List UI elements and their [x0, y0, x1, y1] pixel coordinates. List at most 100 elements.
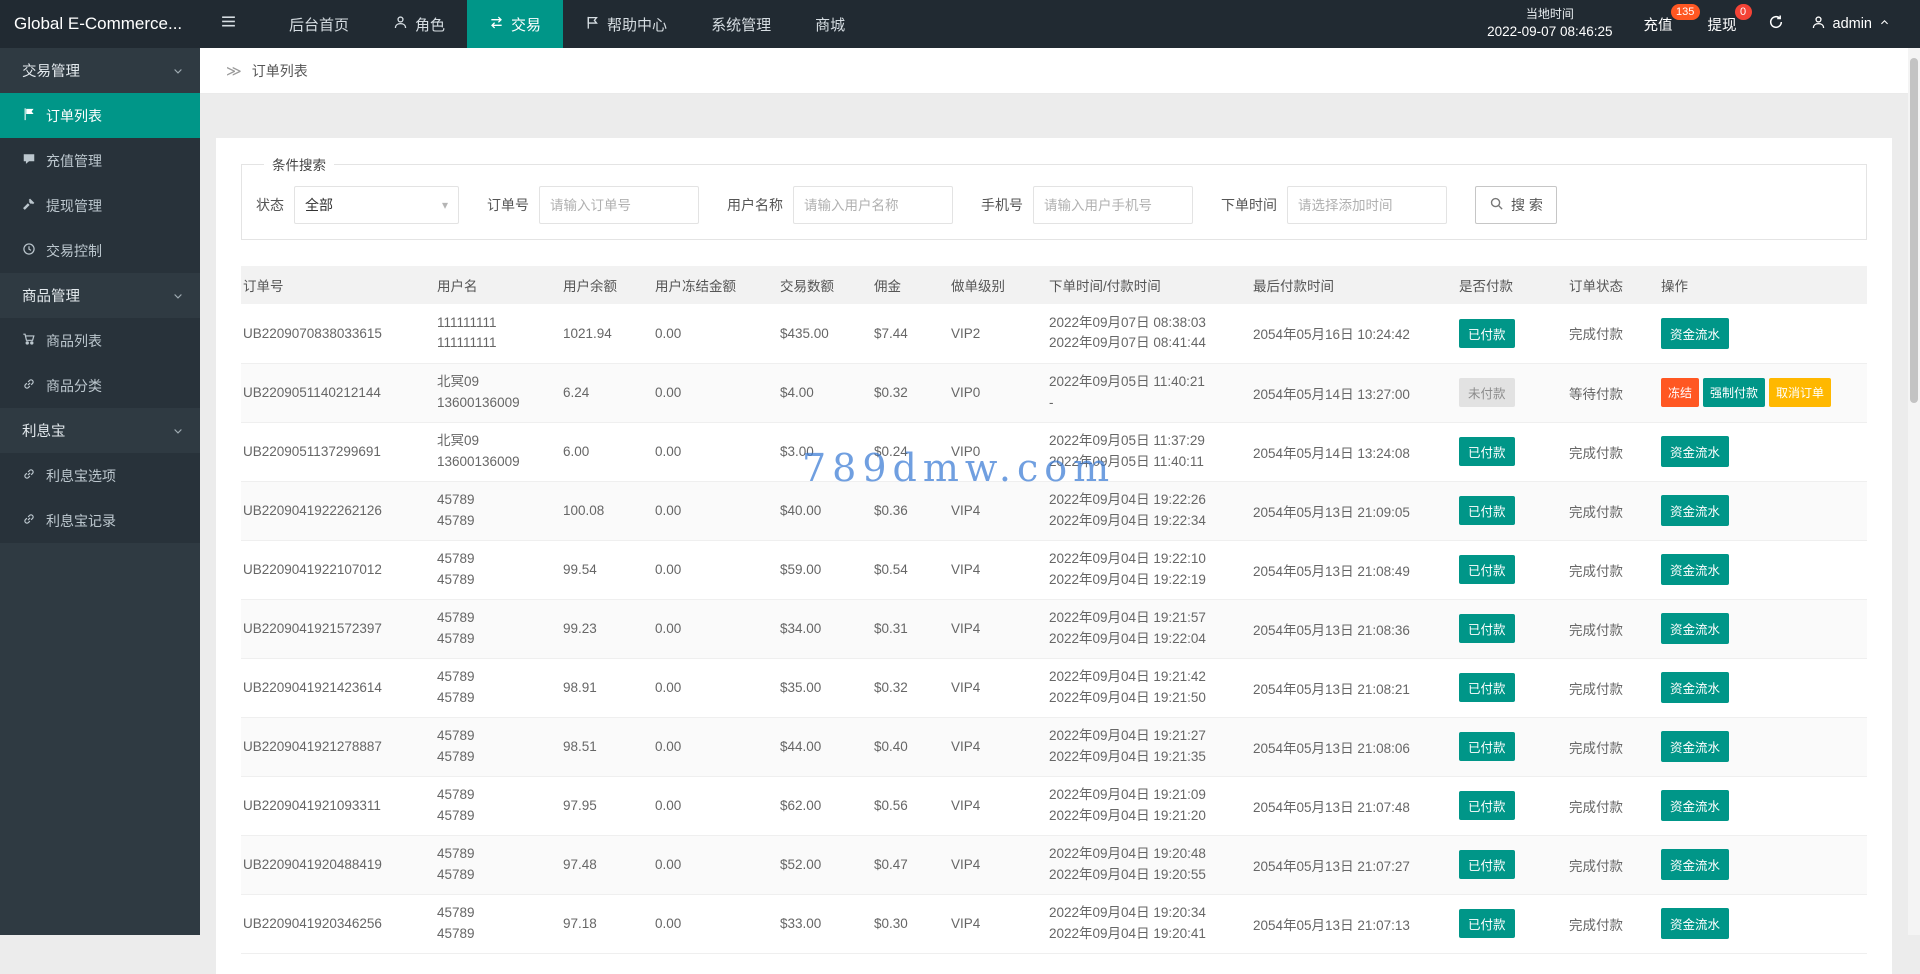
sidebar-item-trade-control[interactable]: 交易控制 — [0, 228, 200, 273]
username-line1: 45789 — [437, 608, 553, 628]
freeze-button[interactable]: 冻结 — [1661, 378, 1699, 407]
page-title: 订单列表 — [252, 61, 308, 81]
order-row: UB2209070838033615 111111111 111111111 1… — [241, 304, 1867, 363]
sidebar-group-label: 商品管理 — [22, 285, 80, 306]
search-icon — [1489, 196, 1504, 214]
sidebar-group-trade[interactable]: 交易管理 — [0, 48, 200, 93]
sidebar-item-order-list[interactable]: 订单列表 — [0, 93, 200, 138]
cell-username: 45789 45789 — [435, 776, 561, 835]
username-line1: 45789 — [437, 549, 553, 569]
order-time-line: 2022年09月04日 19:22:26 — [1049, 490, 1243, 510]
main-area: ≫ 订单列表 条件搜索 状态 全部 ▾ 订单号 — [200, 48, 1920, 935]
user-icon — [393, 15, 408, 34]
cell-last-pay-time: 2054年05月13日 21:08:06 — [1251, 717, 1457, 776]
fund-flow-button[interactable]: 资金流水 — [1661, 849, 1729, 880]
nav-item-mall[interactable]: 商城 — [793, 0, 867, 48]
username-line1: 北冥09 — [437, 372, 553, 392]
sidebar-item-lixibao-options[interactable]: 利息宝选项 — [0, 453, 200, 498]
cell-pay-status: 已付款 — [1457, 894, 1567, 953]
order-no-input[interactable] — [539, 186, 699, 224]
sidebar-group-product[interactable]: 商品管理 — [0, 273, 200, 318]
nav-item-dashboard[interactable]: 后台首页 — [267, 0, 371, 48]
fund-flow-button[interactable]: 资金流水 — [1661, 436, 1729, 467]
fund-flow-button[interactable]: 资金流水 — [1661, 731, 1729, 762]
recharge-count-badge: 135 — [1671, 4, 1700, 20]
withdraw-link[interactable]: 提现 0 — [1704, 0, 1741, 48]
col-header-order-no: 订单号 — [241, 266, 435, 304]
sidebar-group-lixibao[interactable]: 利息宝 — [0, 408, 200, 453]
nav-item-system-management[interactable]: 系统管理 — [689, 0, 793, 48]
order-time-line: 2022年09月04日 19:21:27 — [1049, 726, 1243, 746]
col-header-pay-status: 是否付款 — [1457, 266, 1567, 304]
order-time-input[interactable] — [1287, 186, 1447, 224]
cell-commission: $0.47 — [872, 835, 949, 894]
search-button[interactable]: 搜 索 — [1475, 186, 1557, 224]
clock-icon — [22, 242, 36, 259]
link-icon — [22, 377, 36, 394]
nav-item-label: 系统管理 — [711, 14, 771, 35]
hamburger-button[interactable] — [200, 0, 257, 48]
username-line2: 45789 — [437, 747, 553, 767]
pay-status-badge: 已付款 — [1459, 555, 1515, 584]
nav-item-roles[interactable]: 角色 — [371, 0, 467, 48]
cell-pay-status: 已付款 — [1457, 658, 1567, 717]
order-row: UB2209041921093311 45789 45789 97.95 0.0… — [241, 776, 1867, 835]
cell-frozen: 0.00 — [653, 422, 778, 481]
username-line2: 111111111 — [437, 333, 553, 353]
sidebar-item-label: 商品分类 — [46, 376, 102, 396]
cell-order-status: 完成付款 — [1567, 717, 1659, 776]
fund-flow-button[interactable]: 资金流水 — [1661, 613, 1729, 644]
sidebar-item-lixibao-records[interactable]: 利息宝记录 — [0, 498, 200, 543]
pay-status-badge: 已付款 — [1459, 614, 1515, 643]
cell-order-status: 完成付款 — [1567, 658, 1659, 717]
cell-pay-status: 已付款 — [1457, 717, 1567, 776]
sidebar-item-product-category[interactable]: 商品分类 — [0, 363, 200, 408]
recharge-link[interactable]: 充值 135 — [1640, 0, 1677, 48]
cancel-order-button[interactable]: 取消订单 — [1769, 378, 1831, 407]
cell-pay-status: 已付款 — [1457, 304, 1567, 363]
status-label: 状态 — [256, 195, 284, 215]
username-line2: 45789 — [437, 688, 553, 708]
fund-flow-button[interactable]: 资金流水 — [1661, 790, 1729, 821]
fund-flow-button[interactable]: 资金流水 — [1661, 672, 1729, 703]
cell-actions: 资金流水 — [1659, 481, 1867, 540]
status-select[interactable]: 全部 ▾ — [294, 186, 459, 224]
cell-amount: $35.00 — [778, 658, 872, 717]
fund-flow-button[interactable]: 资金流水 — [1661, 554, 1729, 585]
cell-frozen: 0.00 — [653, 481, 778, 540]
cell-level: VIP4 — [949, 540, 1047, 599]
cell-order-time: 2022年09月04日 19:22:26 2022年09月04日 19:22:3… — [1047, 481, 1251, 540]
sidebar-item-recharge-management[interactable]: 充值管理 — [0, 138, 200, 183]
scrollbar-thumb[interactable] — [1910, 58, 1918, 403]
cell-level: VIP4 — [949, 894, 1047, 953]
nav-item-trade[interactable]: 交易 — [467, 0, 563, 48]
pay-time-line: - — [1049, 393, 1243, 413]
order-time-line: 2022年09月04日 19:21:09 — [1049, 785, 1243, 805]
fund-flow-button[interactable]: 资金流水 — [1661, 318, 1729, 349]
cell-username: 45789 45789 — [435, 717, 561, 776]
refresh-button[interactable] — [1768, 14, 1784, 35]
order-row: UB2209041922262126 45789 45789 100.08 0.… — [241, 481, 1867, 540]
link-icon — [22, 467, 36, 484]
vertical-scrollbar[interactable] — [1908, 48, 1920, 935]
cell-frozen: 0.00 — [653, 540, 778, 599]
username-input[interactable] — [793, 186, 953, 224]
nav-item-help-center[interactable]: 帮助中心 — [563, 0, 689, 48]
cell-order-no: UB2209041921278887 — [241, 717, 435, 776]
sidebar-item-product-list[interactable]: 商品列表 — [0, 318, 200, 363]
nav-item-label: 交易 — [511, 14, 541, 35]
cell-level: VIP0 — [949, 363, 1047, 422]
sidebar-item-label: 利息宝选项 — [46, 466, 116, 486]
col-header-amount: 交易数额 — [778, 266, 872, 304]
sidebar-item-withdraw-management[interactable]: 提现管理 — [0, 183, 200, 228]
fund-flow-button[interactable]: 资金流水 — [1661, 908, 1729, 939]
col-header-order-status: 订单状态 — [1567, 266, 1659, 304]
cell-actions: 资金流水 — [1659, 658, 1867, 717]
fund-flow-button[interactable]: 资金流水 — [1661, 495, 1729, 526]
order-row: UB2209041921278887 45789 45789 98.51 0.0… — [241, 717, 1867, 776]
force-pay-button[interactable]: 强制付款 — [1703, 378, 1765, 407]
phone-input[interactable] — [1033, 186, 1193, 224]
user-menu[interactable]: admin — [1811, 15, 1891, 34]
navbar-right: 当地时间 2022-09-07 08:46:25 充值 135 提现 0 adm… — [1487, 0, 1920, 48]
cell-frozen: 0.00 — [653, 717, 778, 776]
